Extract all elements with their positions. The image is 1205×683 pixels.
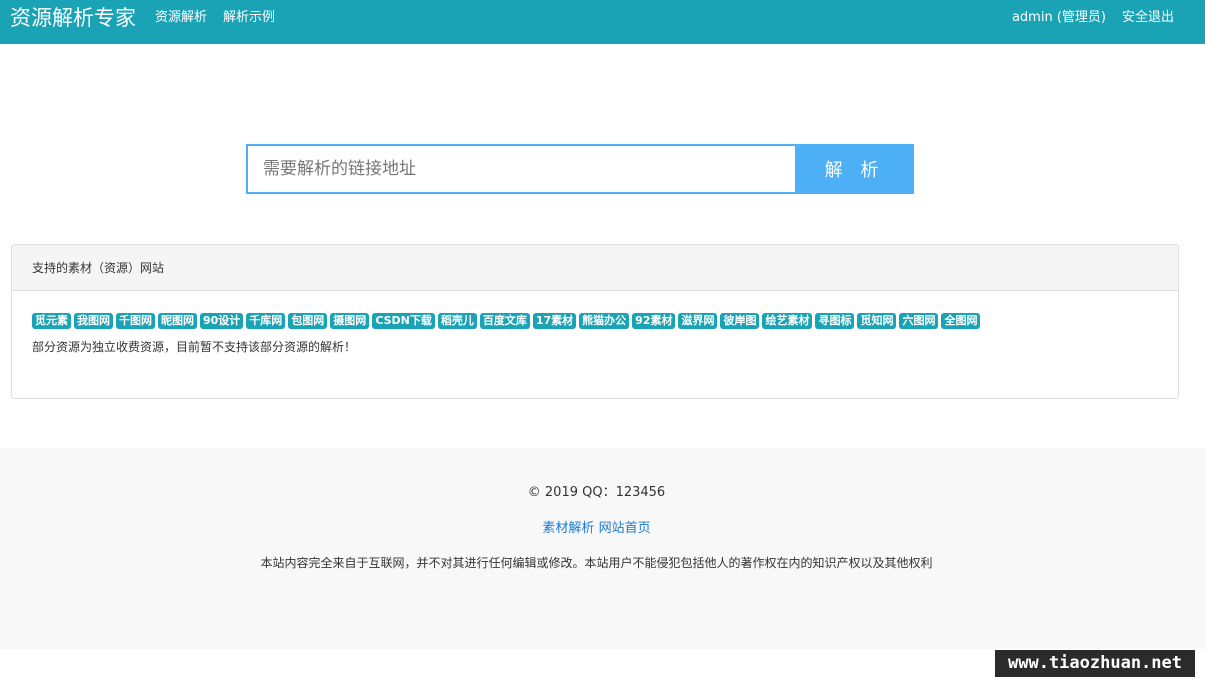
site-tag: 92素材 [632,313,676,329]
site-tag: 90设计 [200,313,244,329]
page-footer: © 2019 QQ：123456 素材解析 网站首页 本站内容完全来自于互联网，… [0,448,1205,649]
site-tag: 我图网 [74,313,113,329]
search-form: 解 析 [246,144,914,194]
site-tag: 全图网 [941,313,981,329]
user-nav: admin (管理员) 安全退出 [1012,9,1174,26]
brand-logo-link[interactable]: 资源解析专家 [10,4,136,32]
footer-links: 素材解析 网站首页 [0,517,1193,536]
site-tag: 千库网 [246,313,286,329]
site-tag: 摄图网 [330,313,370,329]
site-tag: 熊猫办公 [579,313,630,329]
site-tag: 觅知网 [857,313,897,329]
supported-sites-panel: 支持的素材（资源）网站 觅元素 我图网 千图网 昵图网 90设计 千库网 包图网… [11,244,1179,399]
logout-link[interactable]: 安全退出 [1122,9,1174,26]
site-tag: 彼岸图 [720,313,760,329]
site-tag: 觅元素 [32,313,71,329]
site-tag-list: 觅元素 我图网 千图网 昵图网 90设计 千库网 包图网 摄图网 CSDN下载 … [32,313,1158,329]
url-input[interactable] [246,144,795,194]
footer-link-material-parse[interactable]: 素材解析 [542,521,594,536]
site-watermark: www.tiaozhuan.net [995,650,1195,677]
site-tag: 千图网 [116,313,155,329]
site-tag: CSDN下载 [372,313,435,329]
nav-item-parse-examples[interactable]: 解析示例 [223,9,275,26]
site-tag: 绘艺素材 [762,313,813,329]
site-tag: 稻壳儿 [437,313,477,329]
site-tag: 包图网 [288,313,328,329]
main-nav: 资源解析 解析示例 [155,9,275,26]
user-menu-link[interactable]: admin (管理员) [1012,9,1106,26]
panel-heading: 支持的素材（资源）网站 [12,245,1178,291]
site-tag: 17素材 [532,313,577,329]
nav-item-resource-parse[interactable]: 资源解析 [155,9,207,26]
parse-button[interactable]: 解 析 [795,144,914,194]
unsupported-note: 部分资源为独立收费资源，目前暂不支持该部分资源的解析！ [32,340,357,354]
disclaimer-text: 本站内容完全来自于互联网，并不对其进行任何编辑或修改。本站用户不能侵犯包括他人的… [260,556,933,570]
copyright-text: © 2019 QQ：123456 [527,485,666,500]
site-tag: 百度文库 [479,313,530,329]
top-navbar: 资源解析专家 资源解析 解析示例 admin (管理员) 安全退出 [0,0,1205,44]
site-tag: 昵图网 [158,313,197,329]
page: 资源解析专家 资源解析 解析示例 admin (管理员) 安全退出 解 析 支持… [0,0,1205,683]
site-tag: 六图网 [899,313,939,329]
panel-body: 觅元素 我图网 千图网 昵图网 90设计 千库网 包图网 摄图网 CSDN下载 … [12,291,1178,355]
site-tag: 寻图标 [815,313,855,329]
site-tag: 滋界网 [678,313,718,329]
footer-link-home[interactable]: 网站首页 [599,521,651,536]
